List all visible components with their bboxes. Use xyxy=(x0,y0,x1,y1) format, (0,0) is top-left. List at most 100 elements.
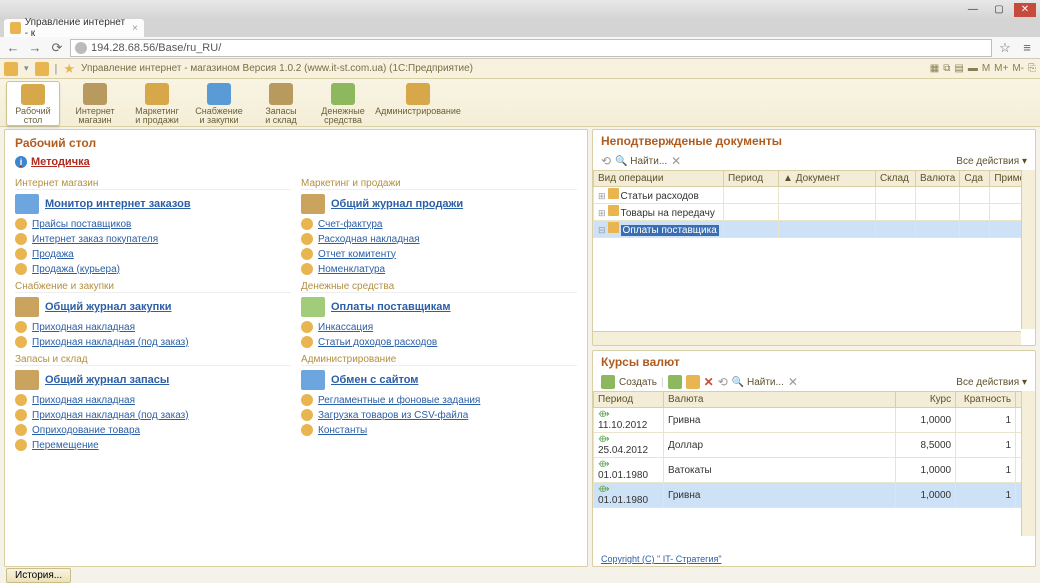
col-operation[interactable]: Вид операции xyxy=(594,171,724,187)
nav-desktop[interactable]: Рабочийстол xyxy=(6,81,60,126)
tree-row[interactable]: ⊞Статьи расходов xyxy=(594,187,1035,204)
link-item[interactable]: Оприходование товара xyxy=(15,424,291,436)
sys-tool-mm[interactable]: M- xyxy=(1012,63,1024,74)
find-button[interactable]: 🔍 Найти... xyxy=(732,377,784,388)
link-item[interactable]: Приходная накладная (под заказ) xyxy=(15,409,291,421)
bullet-icon xyxy=(301,409,313,421)
col-mult[interactable]: Кратность xyxy=(956,392,1016,408)
close-button[interactable]: ✕ xyxy=(1014,3,1036,17)
nav-supply[interactable]: Снабжениеи закупки xyxy=(192,81,246,126)
supplier-payments-link[interactable]: Оплаты поставщикам xyxy=(301,297,577,317)
panel-title: Рабочий стол xyxy=(15,136,577,150)
link-item[interactable]: Расходная накладная xyxy=(301,233,577,245)
link-item[interactable]: Перемещение xyxy=(15,439,291,451)
back-button[interactable]: ← xyxy=(4,39,22,57)
section-header: Интернет магазин xyxy=(15,178,291,190)
sys-tool-m[interactable]: M xyxy=(982,63,990,74)
create-button[interactable]: Создать xyxy=(619,377,657,388)
col-currency[interactable]: Валюта xyxy=(915,171,959,187)
edit-icon[interactable] xyxy=(686,375,700,389)
sys-tool-mp[interactable]: M+ xyxy=(994,63,1008,74)
section-header: Снабжение и закупки xyxy=(15,281,291,293)
delete-icon[interactable]: ✕ xyxy=(704,375,714,389)
clear-find-icon[interactable]: ✕ xyxy=(671,154,681,168)
method-link[interactable]: iМетодичка xyxy=(15,156,577,168)
table-row-selected[interactable]: ⟴ 01.01.1980Гривна1,00001 xyxy=(594,483,1035,508)
table-row[interactable]: ⟴ 25.04.2012Доллар8,50001 xyxy=(594,433,1035,458)
sys-tool-2[interactable]: ⧉ xyxy=(943,63,950,74)
tree-row[interactable]: ⊞Товары на передачу xyxy=(594,204,1035,221)
site-exchange-link[interactable]: Обмен с сайтом xyxy=(301,370,577,390)
sys-tool-5[interactable]: ⎘ xyxy=(1028,63,1036,74)
bullet-icon xyxy=(301,248,313,260)
find-button[interactable]: 🔍 Найти... xyxy=(615,156,667,167)
link-item[interactable]: Статьи доходов расходов xyxy=(301,336,577,348)
link-item[interactable]: Номенклатура xyxy=(301,263,577,275)
link-item[interactable]: Загрузка товаров из CSV-файла xyxy=(301,409,577,421)
scrollbar-vertical[interactable] xyxy=(1021,391,1035,536)
col-summary[interactable]: Сда xyxy=(960,171,990,187)
maximize-button[interactable]: ▢ xyxy=(988,3,1010,17)
all-actions-button[interactable]: Все действия ▾ xyxy=(956,156,1027,167)
table-row[interactable]: ⟴ 01.01.1980Ватокаты1,00001 xyxy=(594,458,1035,483)
bookmark-star-icon[interactable]: ☆ xyxy=(996,39,1014,57)
favorite-star-icon[interactable]: ★ xyxy=(63,61,75,77)
bullet-icon xyxy=(301,394,313,406)
dropdown-icon[interactable]: ▾ xyxy=(24,63,29,74)
docs-table-wrap: Вид операции Период ▲ Документ Склад Вал… xyxy=(593,170,1035,345)
link-item[interactable]: Константы xyxy=(301,424,577,436)
tree-row-selected[interactable]: ⊟Оплаты поставщика xyxy=(594,221,1035,238)
link-item[interactable]: Прайсы поставщиков xyxy=(15,218,291,230)
link-item[interactable]: Продажа xyxy=(15,248,291,260)
copy-icon[interactable] xyxy=(668,375,682,389)
link-item[interactable]: Счет-фактура xyxy=(301,218,577,230)
link-item[interactable]: Отчет комитенту xyxy=(301,248,577,260)
link-item[interactable]: Интернет заказ покупателя xyxy=(15,233,291,245)
scrollbar-horizontal[interactable] xyxy=(593,331,1021,345)
col-currency[interactable]: Валюта xyxy=(664,392,896,408)
nav-admin[interactable]: Администрирование xyxy=(378,81,458,126)
nav-shop[interactable]: Интернетмагазин xyxy=(68,81,122,126)
monitor-orders-link[interactable]: Монитор интернет заказов xyxy=(15,194,291,214)
link-item[interactable]: Приходная накладная xyxy=(15,394,291,406)
col-document[interactable]: ▲ Документ xyxy=(779,171,876,187)
sales-journal-link[interactable]: Общий журнал продажи xyxy=(301,194,577,214)
link-item[interactable]: Инкассация xyxy=(301,321,577,333)
col-period[interactable]: Период xyxy=(724,171,779,187)
refresh-icon[interactable]: ⟲ xyxy=(601,154,611,168)
sys-tool-3[interactable]: ▤ xyxy=(954,63,963,74)
purchases-journal-link[interactable]: Общий журнал закупки xyxy=(15,297,291,317)
nav-money[interactable]: Денежныесредства xyxy=(316,81,370,126)
stock-journal-link[interactable]: Общий журнал запасы xyxy=(15,370,291,390)
link-item[interactable]: Продажа (курьера) xyxy=(15,263,291,275)
url-field[interactable]: 194.28.68.56/Base/ru_RU/ xyxy=(70,39,992,57)
nav-stock[interactable]: Запасыи склад xyxy=(254,81,308,126)
all-actions-button[interactable]: Все действия ▾ xyxy=(956,377,1027,388)
col-warehouse[interactable]: Склад xyxy=(875,171,915,187)
close-tab-icon[interactable]: × xyxy=(132,23,138,34)
create-icon[interactable] xyxy=(601,375,615,389)
bullet-icon xyxy=(15,439,27,451)
browser-tab[interactable]: Управление интернет - к × xyxy=(4,19,144,37)
reload-button[interactable]: ⟳ xyxy=(48,39,66,57)
book-icon xyxy=(301,194,325,214)
link-item[interactable]: Приходная накладная xyxy=(15,321,291,333)
link-item[interactable]: Приходная накладная (под заказ) xyxy=(15,336,291,348)
copyright-link[interactable]: Copyright (С) " IT- Стратегия" xyxy=(593,552,1035,566)
bullet-icon xyxy=(15,233,27,245)
nav-marketing[interactable]: Маркетинги продажи xyxy=(130,81,184,126)
table-row[interactable]: ⟴ 11.10.2012Гривна1,00001 xyxy=(594,408,1035,433)
history-button[interactable]: История... xyxy=(6,568,71,583)
scrollbar-vertical[interactable] xyxy=(1021,170,1035,329)
col-period[interactable]: Период xyxy=(594,392,664,408)
refresh-icon[interactable]: ⟲ xyxy=(718,375,728,389)
forward-button[interactable]: → xyxy=(26,39,44,57)
minimize-button[interactable]: — xyxy=(962,3,984,17)
sys-tool-4[interactable]: ▬ xyxy=(968,63,978,74)
clear-find-icon[interactable]: ✕ xyxy=(788,375,798,389)
link-item[interactable]: Регламентные и фоновые задания xyxy=(301,394,577,406)
menu-button[interactable]: ≡ xyxy=(1018,39,1036,57)
col-rate[interactable]: Курс xyxy=(896,392,956,408)
sys-tool-1[interactable]: ▦ xyxy=(930,63,939,74)
folder-icon xyxy=(608,205,619,216)
